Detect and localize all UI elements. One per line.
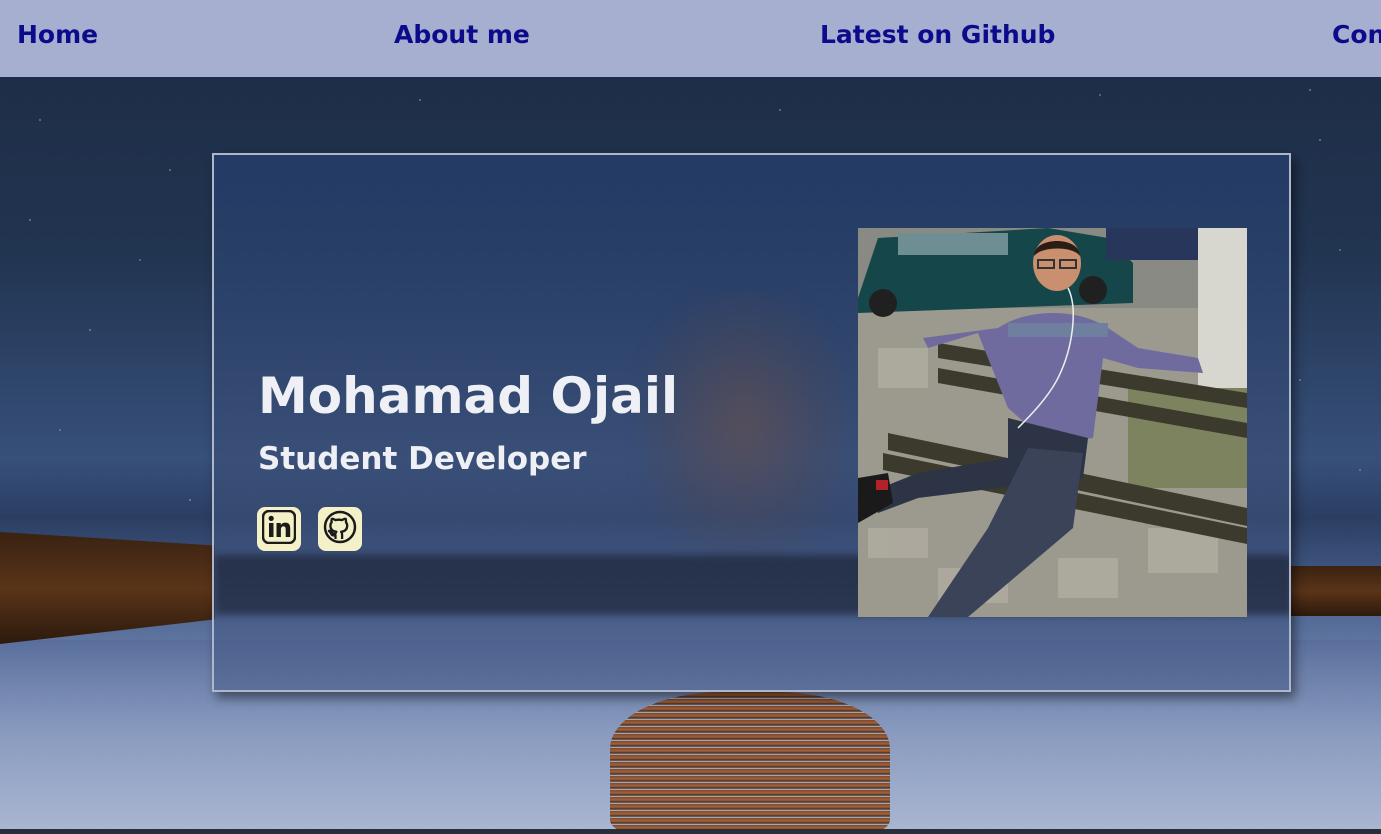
- background-shore-right: [1290, 566, 1381, 616]
- nav-link-about[interactable]: About me: [394, 20, 530, 49]
- background-tree-reflection: [610, 692, 890, 834]
- nav-link-home[interactable]: Home: [17, 20, 98, 49]
- profile-photo: [858, 228, 1247, 617]
- navbar: Home About me Latest on Github Contact: [0, 0, 1381, 77]
- profile-role: Student Developer: [258, 441, 587, 477]
- nav-link-github[interactable]: Latest on Github: [820, 20, 1055, 49]
- bottom-edge: [0, 829, 1381, 834]
- nav-link-contact[interactable]: Contact: [1332, 20, 1381, 49]
- github-icon: [323, 510, 357, 548]
- card-background-tree: [634, 285, 854, 565]
- linkedin-link[interactable]: [257, 507, 301, 551]
- profile-name: Mohamad Ojail: [258, 367, 679, 425]
- github-link[interactable]: [318, 507, 362, 551]
- background-shore-left: [0, 532, 215, 644]
- profile-card: Mohamad Ojail Student Developer: [212, 153, 1291, 692]
- linkedin-icon: [261, 509, 297, 548]
